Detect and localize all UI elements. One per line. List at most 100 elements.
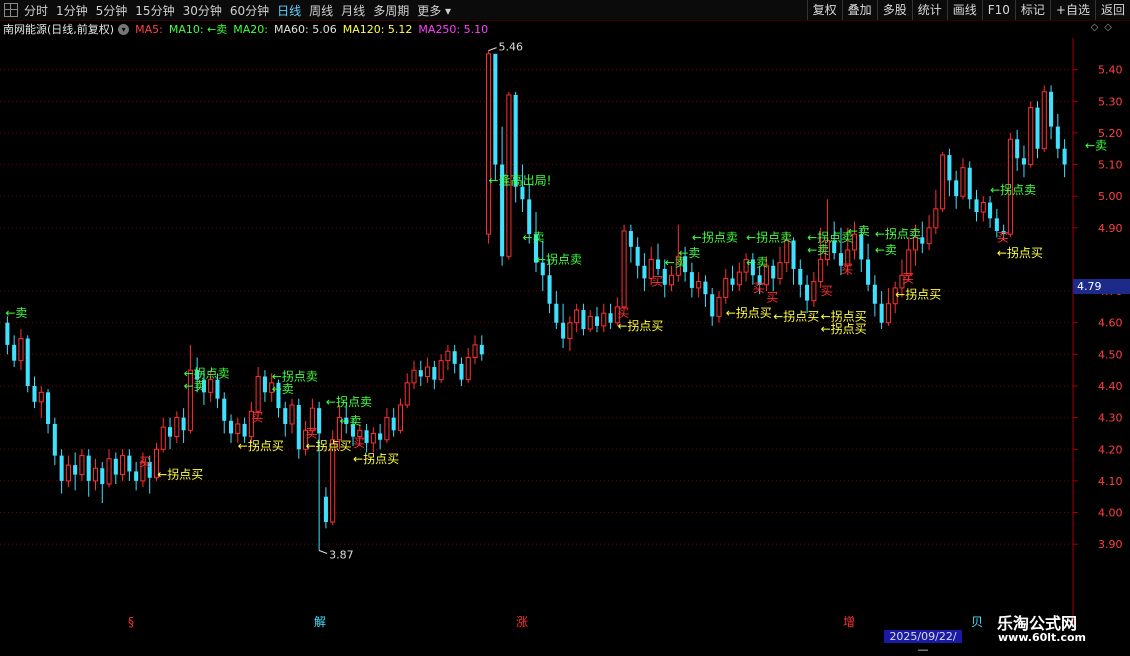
candle-body xyxy=(798,268,803,285)
candle-body xyxy=(730,278,735,285)
signal-label: 买 xyxy=(353,436,365,450)
candle-body xyxy=(459,363,464,380)
candle-body xyxy=(46,392,51,424)
candle-body xyxy=(805,284,810,301)
candle-body xyxy=(967,167,972,200)
toolbar-button[interactable]: 标记 xyxy=(1014,0,1050,20)
candle-body xyxy=(716,296,722,317)
grid-menu-icon[interactable] xyxy=(4,3,18,17)
price-tick-label: 4.40 xyxy=(1098,380,1123,393)
candle-body xyxy=(364,430,369,443)
toolbar-button[interactable]: 返回 xyxy=(1094,0,1130,20)
candle-body xyxy=(425,366,431,378)
candle-body xyxy=(940,154,946,210)
period-tab[interactable]: 周线 xyxy=(309,2,333,19)
candle-body xyxy=(933,208,939,229)
candle-body xyxy=(771,265,776,279)
signal-label: ←拐点买 xyxy=(238,438,284,453)
period-tab[interactable]: 5分钟 xyxy=(96,2,128,19)
signal-label: 买 xyxy=(753,281,765,295)
event-marker[interactable]: 增 xyxy=(843,615,855,628)
toolbar-button[interactable]: 统计 xyxy=(911,0,947,20)
candle-body xyxy=(554,303,559,323)
toolbar-buttons: 复权 叠加 多股 统计 画线 F10 标记 +自选 返回 xyxy=(806,0,1130,20)
signal-label: 买 xyxy=(766,290,778,304)
candle-body xyxy=(391,417,396,431)
candle-body xyxy=(587,315,593,330)
candle-body xyxy=(452,351,457,364)
toolbar-button[interactable]: F10 xyxy=(981,0,1015,20)
signal-label: 买 xyxy=(821,284,833,298)
period-tab[interactable]: 分时 xyxy=(24,2,48,19)
toolbar-button[interactable]: 复权 xyxy=(806,0,842,20)
signal-label: ←卖 xyxy=(184,379,206,393)
period-tab[interactable]: 1分钟 xyxy=(56,2,88,19)
close-icon[interactable]: ◇ xyxy=(1104,22,1112,33)
event-marker[interactable]: § xyxy=(128,615,134,628)
period-tab[interactable]: 15分钟 xyxy=(135,2,174,19)
high-price-label: 5.46 xyxy=(499,41,524,54)
ma-legend-item: MA20: xyxy=(233,22,268,36)
candle-body xyxy=(323,496,328,523)
signal-label: 买 xyxy=(841,262,853,276)
signal-label: ←卖 xyxy=(746,256,768,270)
signal-label: ←卖 xyxy=(1085,139,1107,153)
candle-body xyxy=(397,404,403,431)
candle-body xyxy=(1028,107,1034,166)
candle-body xyxy=(669,274,675,286)
toolbar-button[interactable]: +自选 xyxy=(1049,0,1095,20)
event-marker[interactable]: 贝 xyxy=(971,615,983,628)
candle-body xyxy=(472,344,478,359)
candle-body xyxy=(228,420,234,434)
candle-body xyxy=(208,379,214,393)
candle-body xyxy=(547,275,552,304)
ma-legend-item: MA10: ←卖 xyxy=(168,23,228,36)
signal-label: ←卖 xyxy=(875,243,897,257)
period-tab[interactable]: 日线 xyxy=(277,2,301,19)
candle-body xyxy=(86,455,91,481)
event-marker[interactable]: 解 xyxy=(314,615,326,628)
candle-body xyxy=(181,417,186,431)
candle-body xyxy=(65,464,71,482)
price-tick-label: 4.30 xyxy=(1098,412,1123,425)
date-selector[interactable]: 2025/09/22/— xyxy=(884,630,962,656)
candle-body xyxy=(710,294,715,317)
candle-body xyxy=(384,417,390,441)
candle-body xyxy=(222,398,227,421)
period-tab[interactable]: 多周期 xyxy=(373,2,409,19)
candle-body xyxy=(160,426,166,450)
signal-label: ←卖 xyxy=(678,246,700,260)
candle-body xyxy=(32,386,37,402)
candle-body xyxy=(1035,107,1040,149)
candle-body xyxy=(255,376,261,412)
toolbar-button[interactable]: 叠加 xyxy=(841,0,877,20)
candle-body xyxy=(174,417,180,438)
period-tab[interactable]: 60分钟 xyxy=(230,2,269,19)
candle-body xyxy=(561,322,566,339)
toolbar-button[interactable]: 多股 xyxy=(876,0,912,20)
period-tab[interactable]: 更多 ▾ xyxy=(417,2,451,19)
signal-label: ←拐点买 xyxy=(353,451,399,466)
price-tick-label: 4.90 xyxy=(1098,222,1123,235)
candle-body xyxy=(73,465,78,475)
diamond-icon[interactable]: ◇ xyxy=(1091,22,1099,33)
candle-body xyxy=(1015,139,1020,159)
period-tab[interactable]: 30分钟 xyxy=(183,2,222,19)
candle-body xyxy=(818,258,824,283)
extreme-pointer xyxy=(488,47,497,52)
event-marker[interactable]: 涨 xyxy=(516,614,528,628)
chevron-down-icon[interactable]: ▾ xyxy=(118,23,130,35)
toolbar-button[interactable]: 画线 xyxy=(946,0,982,20)
signal-label: ←拐点买 xyxy=(997,245,1043,260)
candle-body xyxy=(100,468,105,485)
candle-body xyxy=(378,433,383,440)
candle-body xyxy=(594,316,600,326)
signal-label: ←逢高出局! xyxy=(489,172,552,187)
signal-label: ←拐点卖 xyxy=(875,226,921,241)
period-tab[interactable]: 月线 xyxy=(341,2,365,19)
ma-legend-item: MA120: 5.12 xyxy=(342,22,413,36)
signal-label: ←拐点买 xyxy=(617,318,663,333)
candle-body xyxy=(520,186,525,200)
candle-body xyxy=(527,199,532,235)
candlestick-chart[interactable]: 5.405.305.205.105.004.904.704.604.504.40… xyxy=(0,38,1130,628)
